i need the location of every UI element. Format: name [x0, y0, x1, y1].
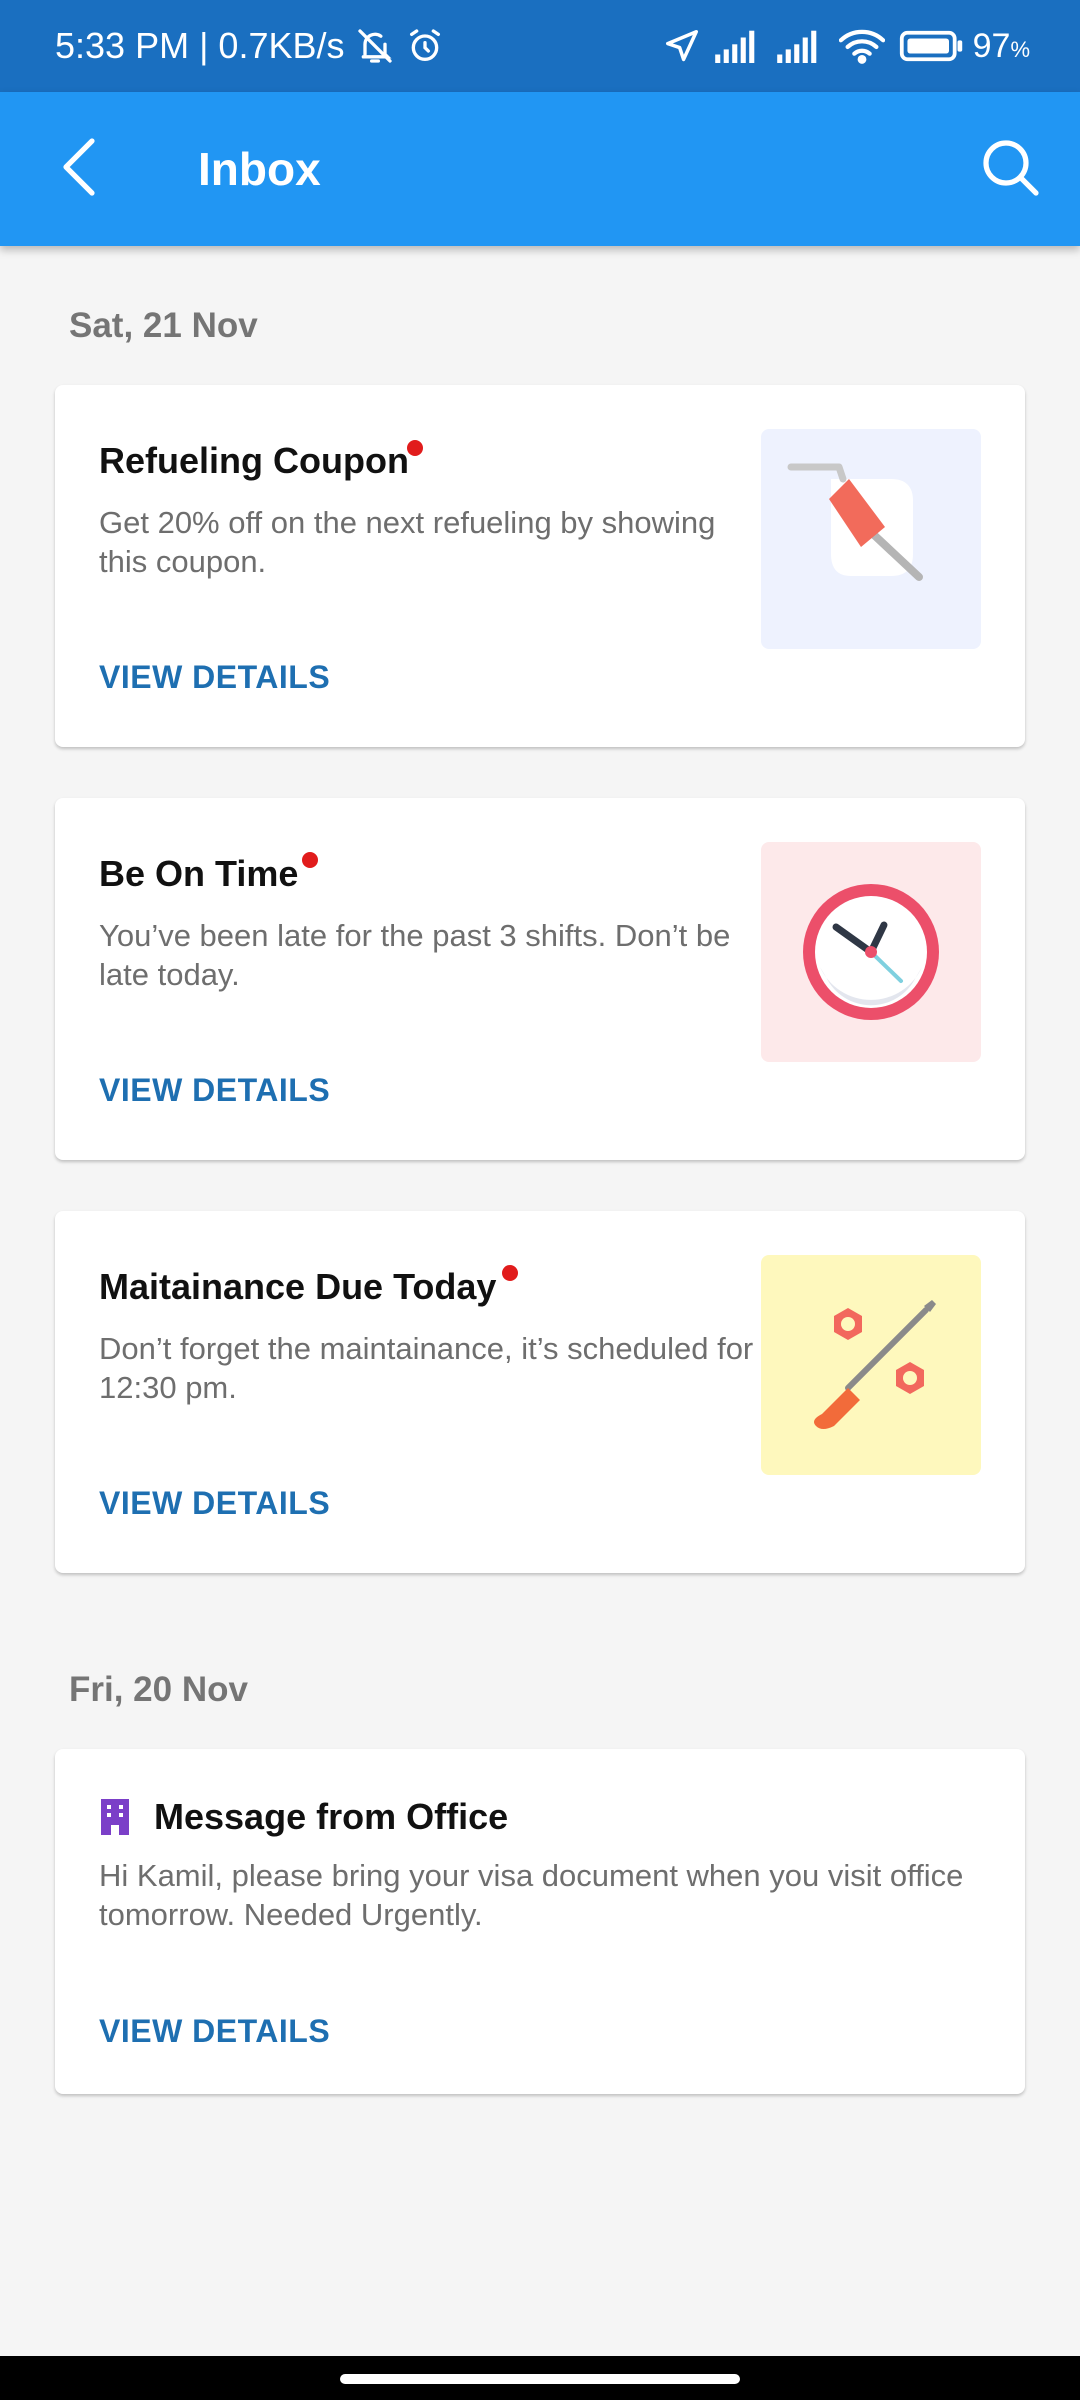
home-indicator[interactable] — [340, 2374, 740, 2384]
location-icon — [663, 27, 701, 65]
view-details-link[interactable]: VIEW DETAILS — [99, 659, 330, 696]
date-header: Fri, 20 Nov — [69, 1670, 248, 1709]
unread-dot — [407, 440, 423, 456]
back-arrow-icon — [60, 137, 100, 202]
message-card-office[interactable]: Message from Office Hi Kamil, please bri… — [55, 1749, 1025, 2094]
message-title: Be On Time — [99, 853, 299, 894]
view-details-link[interactable]: VIEW DETAILS — [99, 2013, 330, 2050]
alarm-icon — [405, 26, 445, 66]
date-header: Sat, 21 Nov — [69, 306, 258, 345]
office-building-icon — [99, 1797, 131, 1840]
message-title: Maitainance Due Today — [99, 1266, 497, 1307]
status-bar: 5:33 PM | 0.7KB/s 97 % — [0, 0, 1080, 92]
message-card-be-on-time[interactable]: Be On Time You’ve been late for the past… — [55, 798, 1025, 1160]
view-details-link[interactable]: VIEW DETAILS — [99, 1485, 330, 1522]
clock-icon — [761, 842, 981, 1062]
status-network-speed: | 0.7KB/s — [199, 25, 345, 66]
wifi-icon — [838, 28, 885, 64]
message-body: Get 20% off on the next refueling by sho… — [99, 505, 716, 579]
message-card-maintainance-due[interactable]: Maitainance Due Today Don’t forget the m… — [55, 1211, 1025, 1573]
app-bar: Inbox — [0, 92, 1080, 246]
status-time: 5:33 PM — [55, 25, 190, 66]
battery-percent: 97 — [972, 26, 1011, 65]
signal-icon — [776, 29, 825, 63]
unread-dot — [502, 1265, 518, 1281]
signal-icon — [714, 29, 763, 63]
status-left: 5:33 PM | 0.7KB/s — [55, 0, 445, 92]
message-body: Don’t forget the maintainance, it’s sche… — [99, 1331, 754, 1405]
battery-unit: % — [1010, 37, 1030, 62]
view-details-link[interactable]: VIEW DETAILS — [99, 1072, 330, 1109]
message-card-refueling-coupon[interactable]: Refueling Coupon Get 20% off on the next… — [55, 385, 1025, 747]
mute-icon — [355, 26, 395, 66]
back-button[interactable] — [40, 129, 120, 209]
message-body: You’ve been late for the past 3 shifts. … — [99, 918, 731, 992]
fuel-nozzle-icon — [761, 429, 981, 649]
message-title: Refueling Coupon — [99, 440, 409, 481]
page-title: Inbox — [198, 143, 321, 195]
status-right: 97 % — [649, 0, 1030, 92]
message-body: Hi Kamil, please bring your visa documen… — [99, 1858, 964, 1932]
message-title: Message from Office — [154, 1796, 509, 1837]
unread-dot — [302, 852, 318, 868]
search-icon — [980, 137, 1040, 202]
tools-icon — [761, 1255, 981, 1475]
battery-icon — [899, 29, 965, 63]
search-button[interactable] — [970, 129, 1050, 209]
